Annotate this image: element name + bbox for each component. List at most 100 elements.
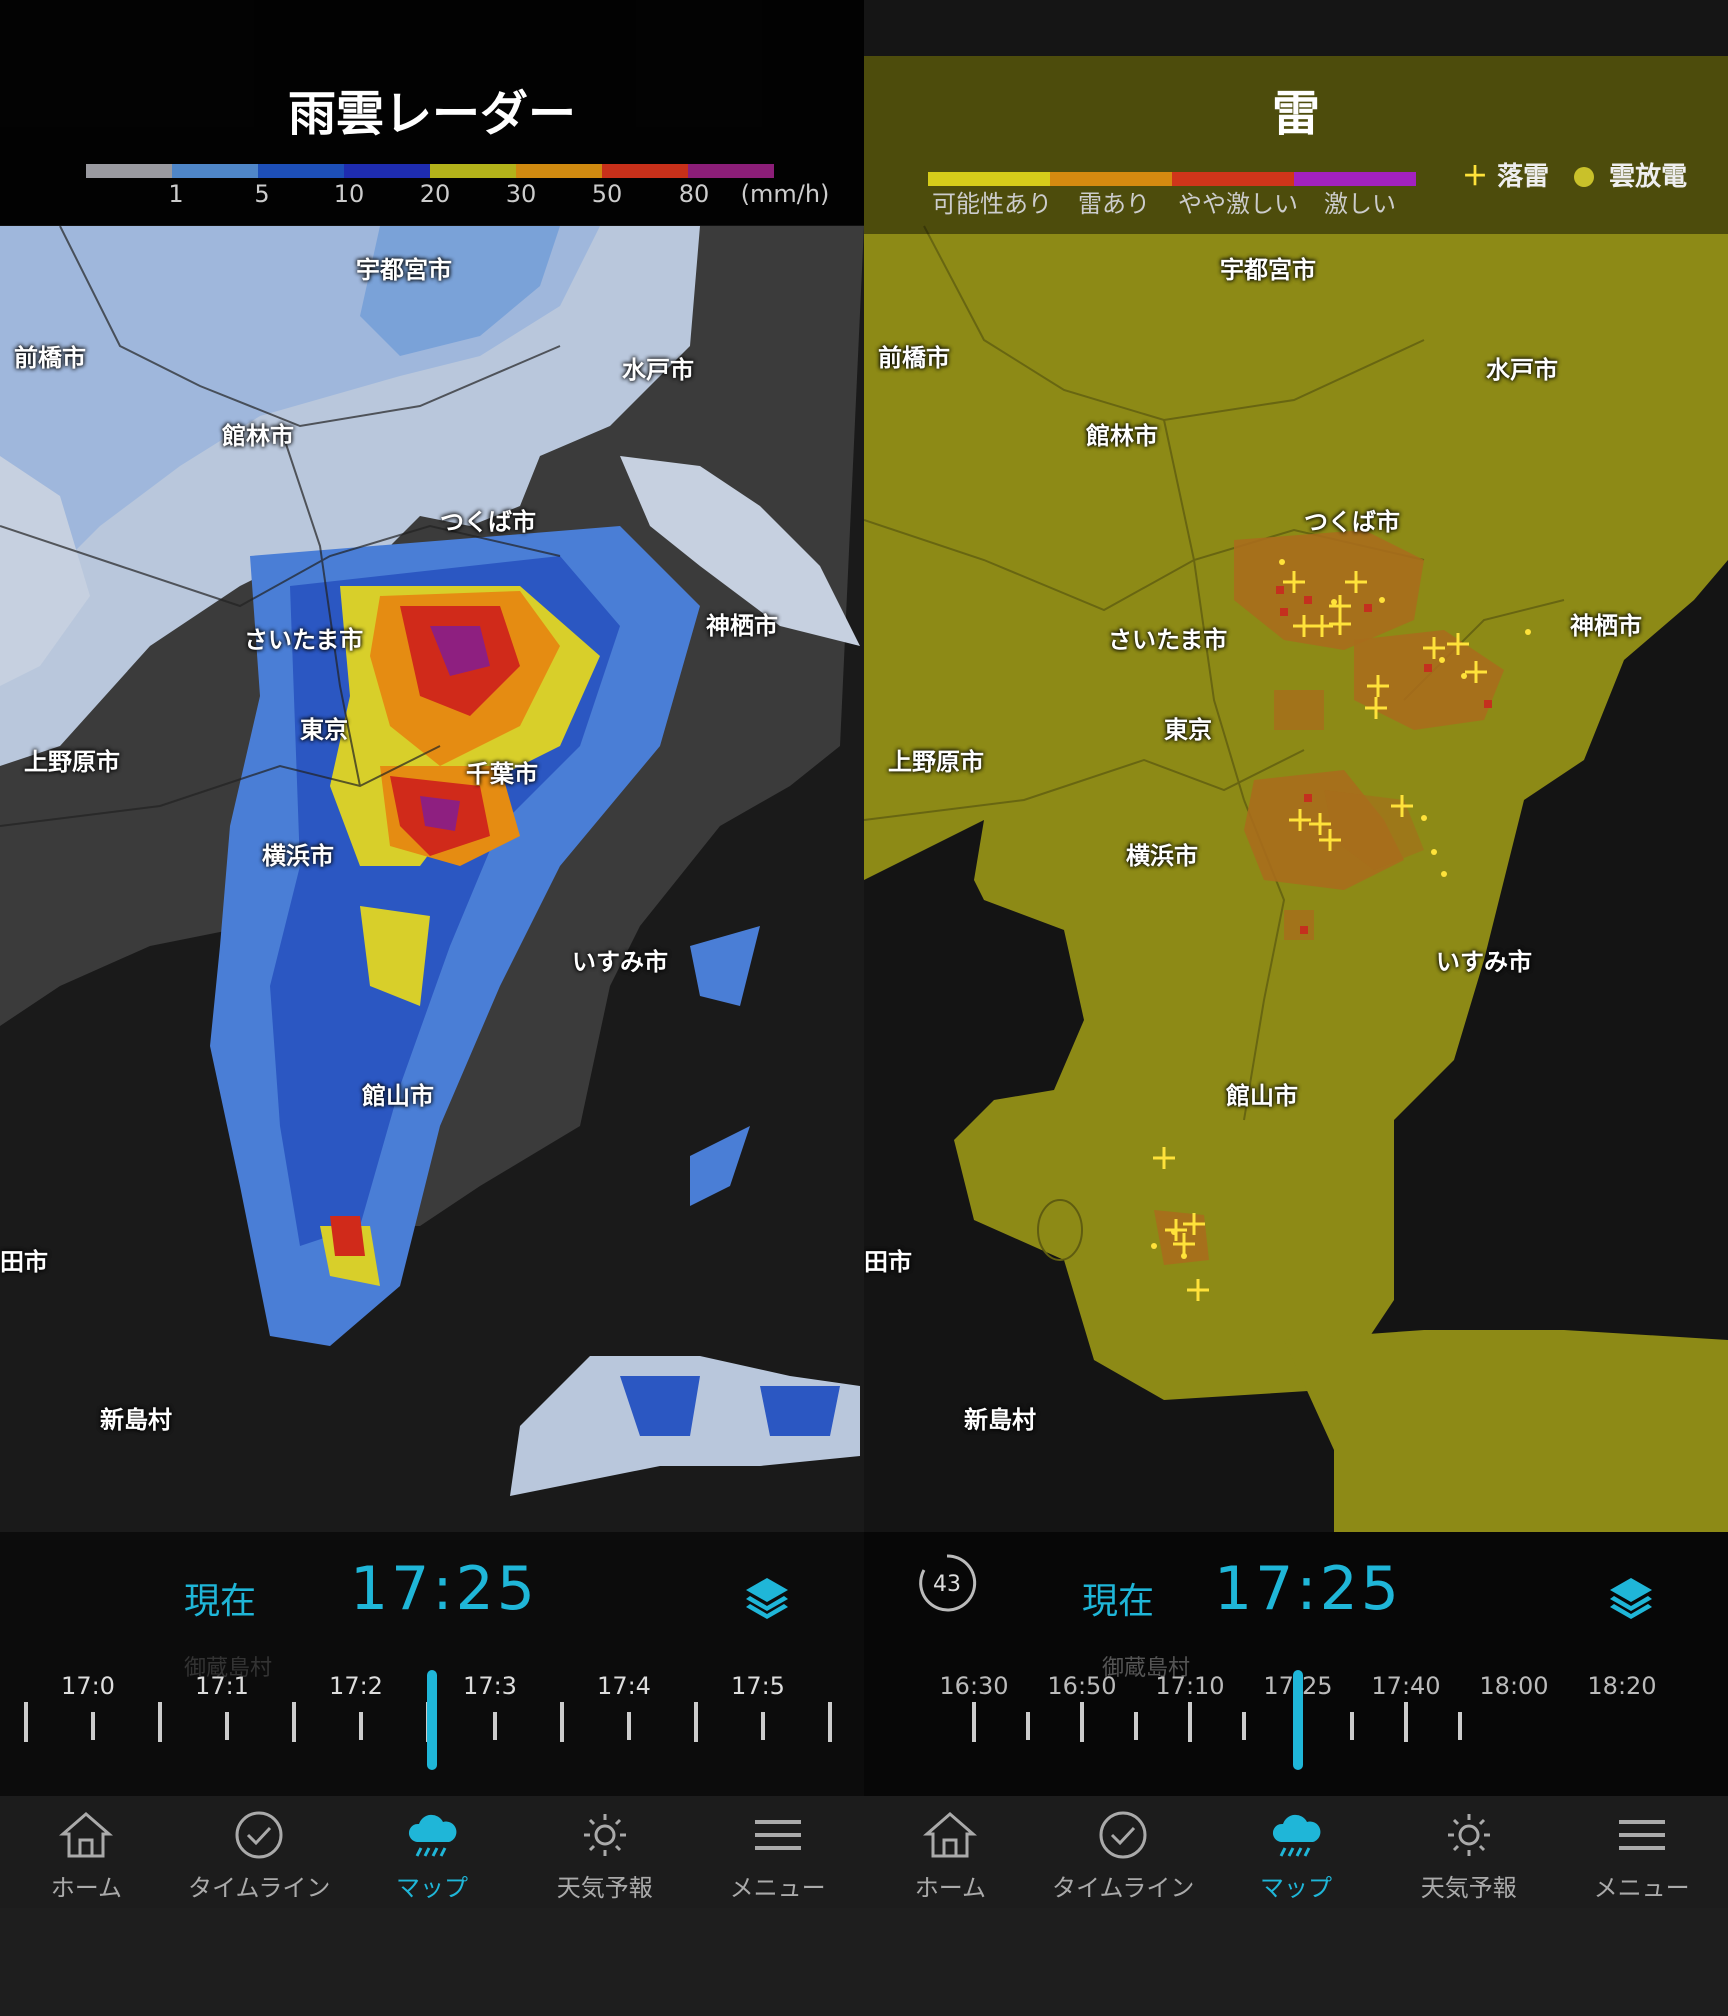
nav-timeline[interactable]: タイムライン xyxy=(173,1796,346,1908)
timeline-tick xyxy=(972,1702,976,1742)
timeline-tick xyxy=(24,1702,28,1742)
timeline-tick xyxy=(158,1702,162,1742)
scale-unit: (mm/h) xyxy=(740,180,830,208)
nav-label: メニュー xyxy=(1593,1874,1690,1902)
scale-swatch xyxy=(430,164,516,178)
nav-home[interactable]: ホーム xyxy=(0,1796,173,1908)
home-icon xyxy=(923,1812,978,1858)
timeline-tick xyxy=(1458,1712,1462,1740)
timeline-cursor[interactable] xyxy=(427,1670,437,1770)
timeline-tick xyxy=(761,1712,765,1740)
timeline-cursor[interactable] xyxy=(1293,1670,1303,1770)
auto-refresh-timer[interactable]: 43 xyxy=(916,1552,978,1614)
timeline-tick xyxy=(694,1702,698,1742)
now-label: 現在 xyxy=(1082,1581,1155,1622)
timeline-tick xyxy=(627,1712,631,1740)
tick-label: 17:2 xyxy=(329,1672,383,1700)
system-bar xyxy=(0,1908,1728,2016)
layers-icon[interactable] xyxy=(1606,1572,1656,1622)
home-icon xyxy=(59,1812,114,1858)
scale-label: 可能性あり xyxy=(932,190,1052,218)
nav-label: ホーム xyxy=(50,1874,123,1902)
timeline-tick xyxy=(1242,1712,1246,1740)
rain-radar-map-graphic xyxy=(0,226,864,1532)
cloud-discharge-dot-icon xyxy=(1574,167,1594,187)
rain-cloud-icon xyxy=(1272,1814,1321,1857)
city-label: つくば市 xyxy=(440,508,536,536)
radar-header: 雨雲レーダー 1 5 10 20 30 50 80 (mm/h) xyxy=(0,0,864,225)
timeline-tick xyxy=(359,1712,363,1740)
city-label: 新島村 xyxy=(100,1406,172,1434)
city-label: つくば市 xyxy=(1304,508,1400,536)
timeline-tick xyxy=(1080,1702,1084,1742)
lightning-header: 雷 可能性あり 雷あり やや激しい 激しい ＋ 落雷 雲放電 xyxy=(864,56,1728,234)
city-label: 神栖市 xyxy=(706,612,778,640)
tick-label: 18:00 xyxy=(1479,1672,1549,1700)
timeline-tick xyxy=(560,1702,564,1742)
timeline-tick xyxy=(1188,1702,1192,1742)
city-label: 前橋市 xyxy=(878,344,950,372)
city-label: さいたま市 xyxy=(1108,626,1228,654)
scale-label: やや激しい xyxy=(1178,190,1298,218)
scale-label: 30 xyxy=(505,180,537,208)
strike-cross-icon: ＋ xyxy=(1462,162,1489,192)
city-label: 水戸市 xyxy=(622,356,694,384)
city-label: 横浜市 xyxy=(262,842,334,870)
current-time: 17:25 xyxy=(1214,1554,1402,1624)
cloud-discharge-legend: 雲放電 xyxy=(1574,156,1687,193)
nav-menu[interactable]: メニュー xyxy=(1555,1796,1728,1908)
sun-icon xyxy=(1447,1814,1490,1856)
scale-swatch xyxy=(602,164,688,178)
time-slider-area: 現在 17:25 御蔵島村 17:0 17:1 17:2 17:3 17:4 1… xyxy=(0,1532,864,1796)
nav-label: 天気予報 xyxy=(556,1874,653,1902)
rain-cloud-icon xyxy=(408,1814,457,1857)
tick-label: 17:5 xyxy=(731,1672,785,1700)
timeline-tick xyxy=(292,1702,296,1742)
nav-map[interactable]: マップ xyxy=(1210,1796,1383,1908)
layers-icon[interactable] xyxy=(742,1572,792,1622)
city-label: 館山市 xyxy=(362,1082,434,1110)
page-title: 雨雲レーダー xyxy=(287,86,576,142)
menu-icon xyxy=(1618,1820,1665,1850)
strike-legend-label: 落雷 xyxy=(1497,162,1550,192)
city-label: 館山市 xyxy=(1226,1082,1298,1110)
tick-label: 17:0 xyxy=(61,1672,115,1700)
scale-label: 激しい xyxy=(1324,190,1396,218)
nav-home[interactable]: ホーム xyxy=(864,1796,1037,1908)
rain-radar-map[interactable]: 宇都宮市 前橋市 水戸市 館林市 つくば市 さいたま市 神栖市 東京 上野原市 … xyxy=(0,226,864,1532)
city-label: 水戸市 xyxy=(1486,356,1558,384)
nav-label: 天気予報 xyxy=(1420,1874,1517,1902)
city-label: 上野原市 xyxy=(24,748,120,776)
city-label: 館林市 xyxy=(1086,422,1158,450)
scale-swatch xyxy=(516,164,602,178)
scale-swatch xyxy=(688,164,774,178)
nav-timeline[interactable]: タイムライン xyxy=(1037,1796,1210,1908)
city-label: 千葉市 xyxy=(466,760,538,788)
check-circle-icon xyxy=(235,1811,283,1859)
nav-map[interactable]: マップ xyxy=(346,1796,519,1908)
city-label: 上野原市 xyxy=(888,748,984,776)
sun-icon xyxy=(583,1814,626,1856)
nav-forecast[interactable]: 天気予報 xyxy=(1382,1796,1555,1908)
time-slider-area: 43 現在 17:25 御蔵島村 16:30 16:50 17:10 17:25… xyxy=(864,1532,1728,1796)
scale-swatch xyxy=(172,164,258,178)
tick-label: 16:30 xyxy=(939,1672,1009,1700)
timeline-tick xyxy=(828,1702,832,1742)
rain-radar-panel: 宇都宮市 前橋市 水戸市 館林市 つくば市 さいたま市 神栖市 東京 上野原市 … xyxy=(0,0,864,1908)
scale-label: 雷あり xyxy=(1078,190,1150,218)
nav-label: マップ xyxy=(395,1874,468,1902)
strike-legend: ＋ 落雷 xyxy=(1462,156,1549,193)
timeline-tick xyxy=(493,1712,497,1740)
city-label: 東京 xyxy=(300,716,348,744)
nav-forecast[interactable]: 天気予報 xyxy=(518,1796,691,1908)
city-label: 神栖市 xyxy=(1570,612,1642,640)
scale-swatch xyxy=(344,164,430,178)
page-title: 雷 xyxy=(1271,86,1320,142)
nav-menu[interactable]: メニュー xyxy=(691,1796,864,1908)
tick-label: 17:3 xyxy=(463,1672,517,1700)
city-label: 宇都宮市 xyxy=(356,256,452,284)
city-label: いすみ市 xyxy=(572,948,668,976)
timer-value: 43 xyxy=(933,1572,961,1597)
tick-label: 17:4 xyxy=(597,1672,651,1700)
tick-label: 18:20 xyxy=(1587,1672,1657,1700)
